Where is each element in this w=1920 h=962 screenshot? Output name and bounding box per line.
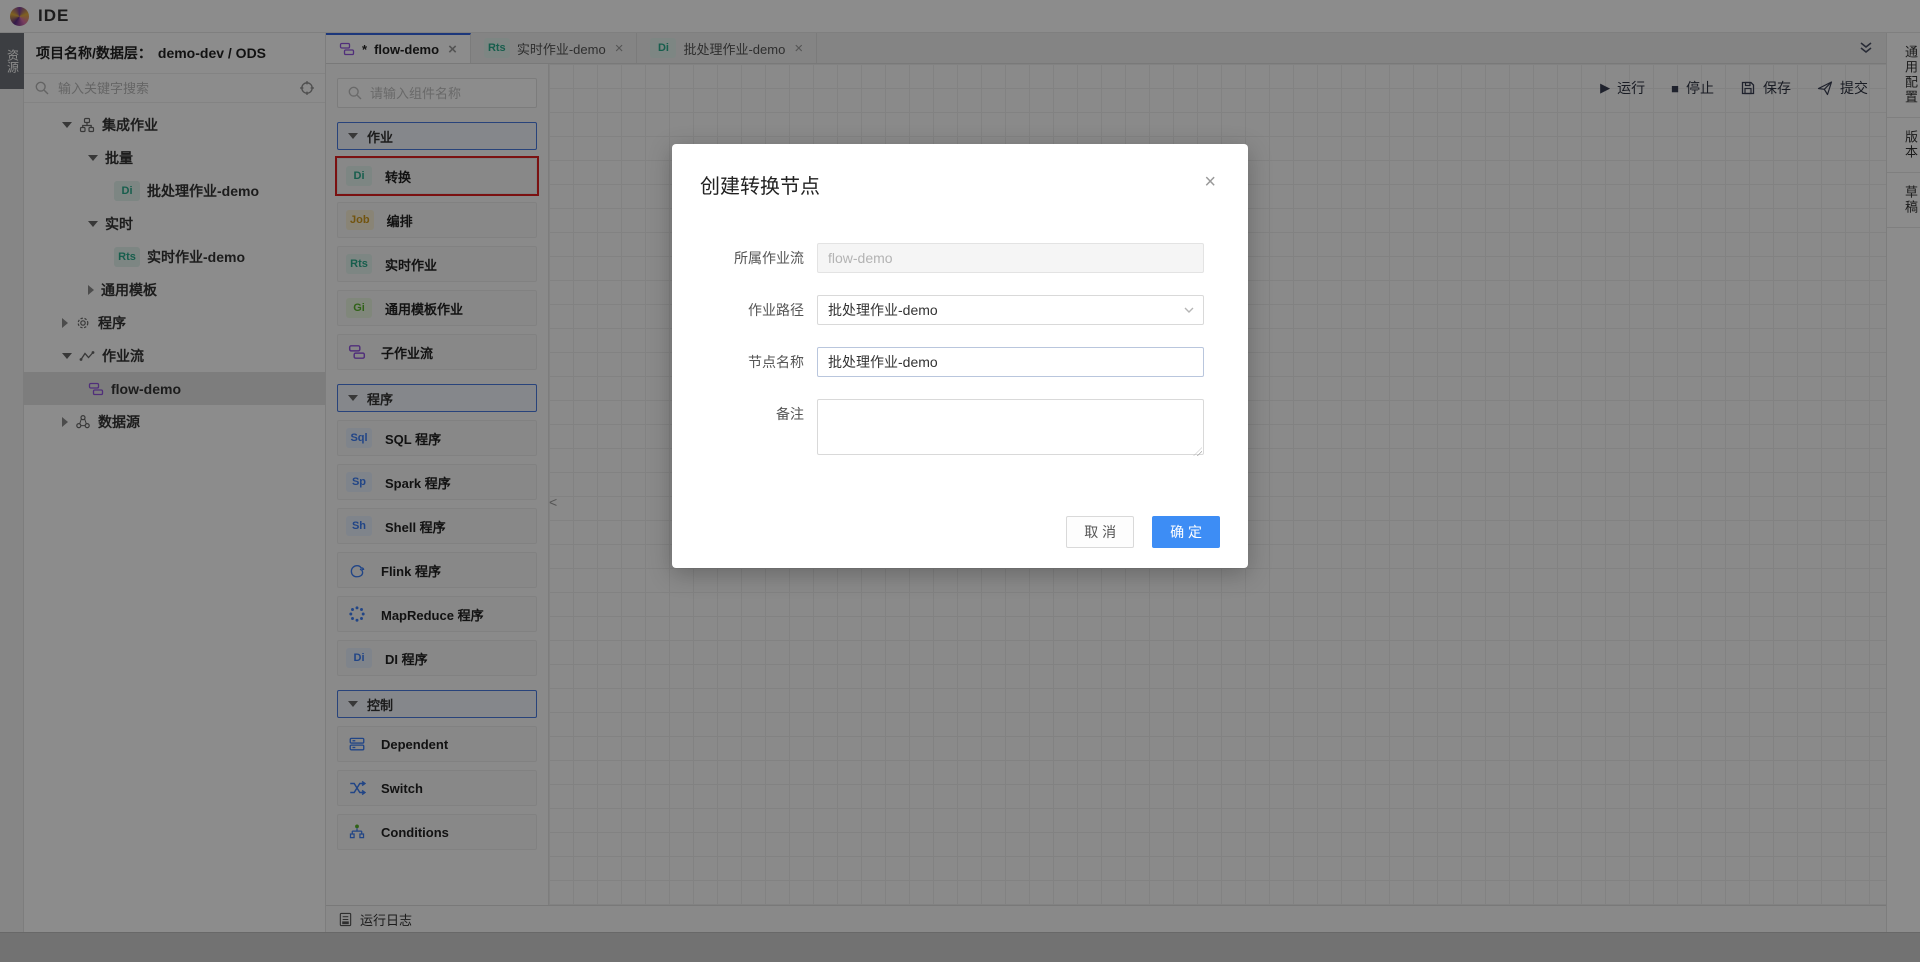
- chevron-down-icon: [1183, 304, 1195, 316]
- ide-window: IDE 资源 项目名称/数据层： demo-dev / ODS 输入关键字搜索 …: [0, 0, 1920, 962]
- flow-input: [817, 243, 1204, 273]
- create-transform-node-modal: 创建转换节点 × 所属作业流 作业路径 节点名称: [672, 144, 1248, 568]
- ok-button[interactable]: 确 定: [1152, 516, 1220, 548]
- modal-body: 所属作业流 作业路径 节点名称 备注: [672, 199, 1248, 460]
- cancel-button[interactable]: 取 消: [1066, 516, 1135, 548]
- remark-wrap: [817, 399, 1204, 460]
- name-label: 节点名称: [748, 354, 804, 370]
- remark-textarea[interactable]: [817, 399, 1204, 455]
- modal-header: 创建转换节点 ×: [672, 144, 1248, 199]
- form-row-path: 作业路径: [672, 295, 1204, 325]
- form-row-flow: 所属作业流: [672, 243, 1204, 273]
- path-select-value[interactable]: [817, 295, 1204, 325]
- remark-label: 备注: [776, 406, 804, 422]
- close-icon[interactable]: ×: [1200, 170, 1220, 194]
- form-row-name: 节点名称: [672, 347, 1204, 377]
- modal-footer: 取 消 确 定: [1066, 516, 1220, 548]
- node-name-input[interactable]: [817, 347, 1204, 377]
- flow-label: 所属作业流: [734, 250, 804, 266]
- path-label: 作业路径: [748, 302, 804, 318]
- path-select[interactable]: [817, 295, 1204, 325]
- modal-title: 创建转换节点: [700, 176, 820, 198]
- form-row-remark: 备注: [672, 399, 1204, 460]
